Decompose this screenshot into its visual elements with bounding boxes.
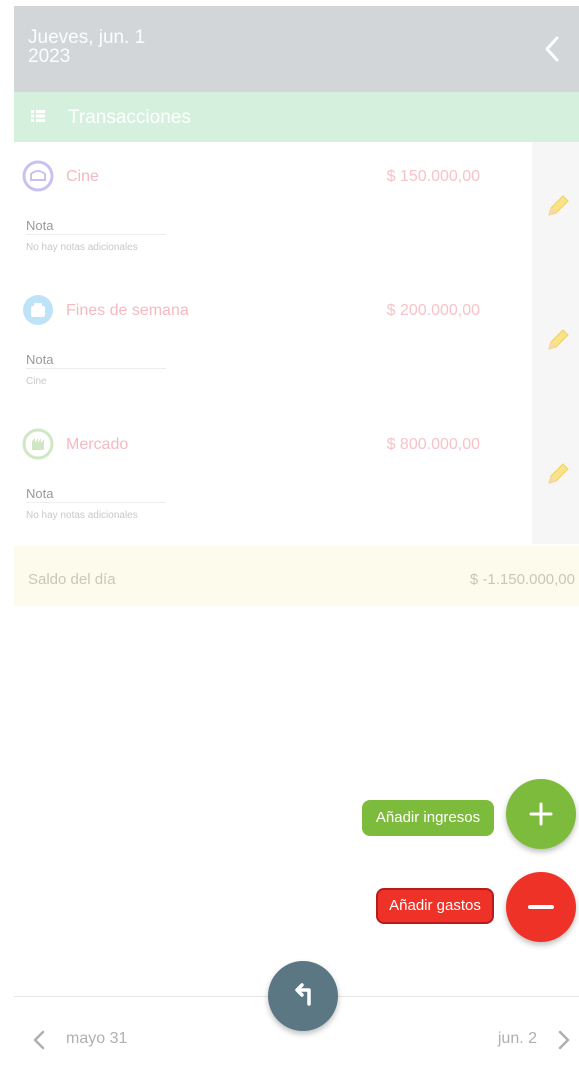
add-expense-button[interactable] (506, 872, 576, 942)
minus-icon (528, 905, 554, 909)
market-icon (22, 428, 54, 460)
divider (26, 368, 166, 369)
transaction-amount: $ 150.000,00 (386, 168, 480, 185)
list-icon (31, 110, 45, 122)
transaction-list: Cine $ 150.000,00 Nota No hay notas adic… (14, 142, 579, 544)
transaction-category: Fines de semana (66, 302, 189, 319)
weekend-icon (23, 295, 53, 325)
note-label: Nota (26, 486, 54, 501)
add-income-button[interactable] (506, 779, 576, 849)
chevron-left-icon[interactable] (32, 1029, 46, 1051)
header: Jueves, jun. 1 2023 (14, 6, 579, 92)
pencil-icon[interactable] (544, 326, 572, 354)
section-title: Transacciones (68, 107, 191, 128)
chevron-left-icon[interactable] (539, 34, 565, 64)
note-label: Nota (26, 218, 54, 233)
return-button[interactable] (268, 961, 338, 1031)
daily-balance: Saldo del día $ -1.150.000,00 (14, 546, 579, 606)
divider (26, 502, 166, 503)
transaction-card[interactable]: Fines de semana $ 200.000,00 Nota Cine (14, 276, 532, 410)
transaction-amount: $ 200.000,00 (386, 302, 480, 319)
note-text: No hay notas adicionales (26, 510, 138, 521)
transaction-category: Cine (66, 168, 99, 185)
add-income-label[interactable]: Añadir ingresos (362, 800, 494, 836)
day-label: Jueves, jun. 1 (28, 27, 146, 48)
divider (26, 234, 166, 235)
section-header-transactions: Transacciones (14, 92, 579, 142)
add-expense-label[interactable]: Añadir gastos (376, 888, 494, 924)
transaction-row[interactable]: Fines de semana $ 200.000,00 Nota Cine (14, 276, 579, 410)
app-screen: Jueves, jun. 1 2023 Transacciones Cine $… (14, 6, 579, 1066)
transaction-card[interactable]: Mercado $ 800.000,00 Nota No hay notas a… (14, 410, 532, 544)
previous-day-link[interactable]: mayo 31 (66, 1030, 127, 1048)
pencil-icon[interactable] (544, 460, 572, 488)
note-text: Cine (26, 376, 47, 387)
transaction-row[interactable]: Mercado $ 800.000,00 Nota No hay notas a… (14, 410, 579, 544)
balance-value: $ -1.150.000,00 (469, 571, 575, 588)
transaction-row[interactable]: Cine $ 150.000,00 Nota No hay notas adic… (14, 142, 579, 276)
return-arrow-icon (295, 983, 311, 1006)
next-day-link[interactable]: jun. 2 (498, 1030, 537, 1048)
cinema-icon (22, 160, 54, 192)
note-label: Nota (26, 352, 54, 367)
transaction-amount: $ 800.000,00 (386, 436, 480, 453)
transaction-card[interactable]: Cine $ 150.000,00 Nota No hay notas adic… (14, 142, 532, 276)
transaction-category: Mercado (66, 436, 129, 453)
balance-label: Saldo del día (28, 571, 116, 588)
chevron-right-icon[interactable] (557, 1029, 571, 1051)
date-title: Jueves, jun. 1 2023 (28, 28, 145, 66)
year-label: 2023 (28, 46, 71, 67)
pencil-icon[interactable] (544, 192, 572, 220)
plus-icon (529, 802, 553, 826)
note-text: No hay notas adicionales (26, 242, 138, 253)
